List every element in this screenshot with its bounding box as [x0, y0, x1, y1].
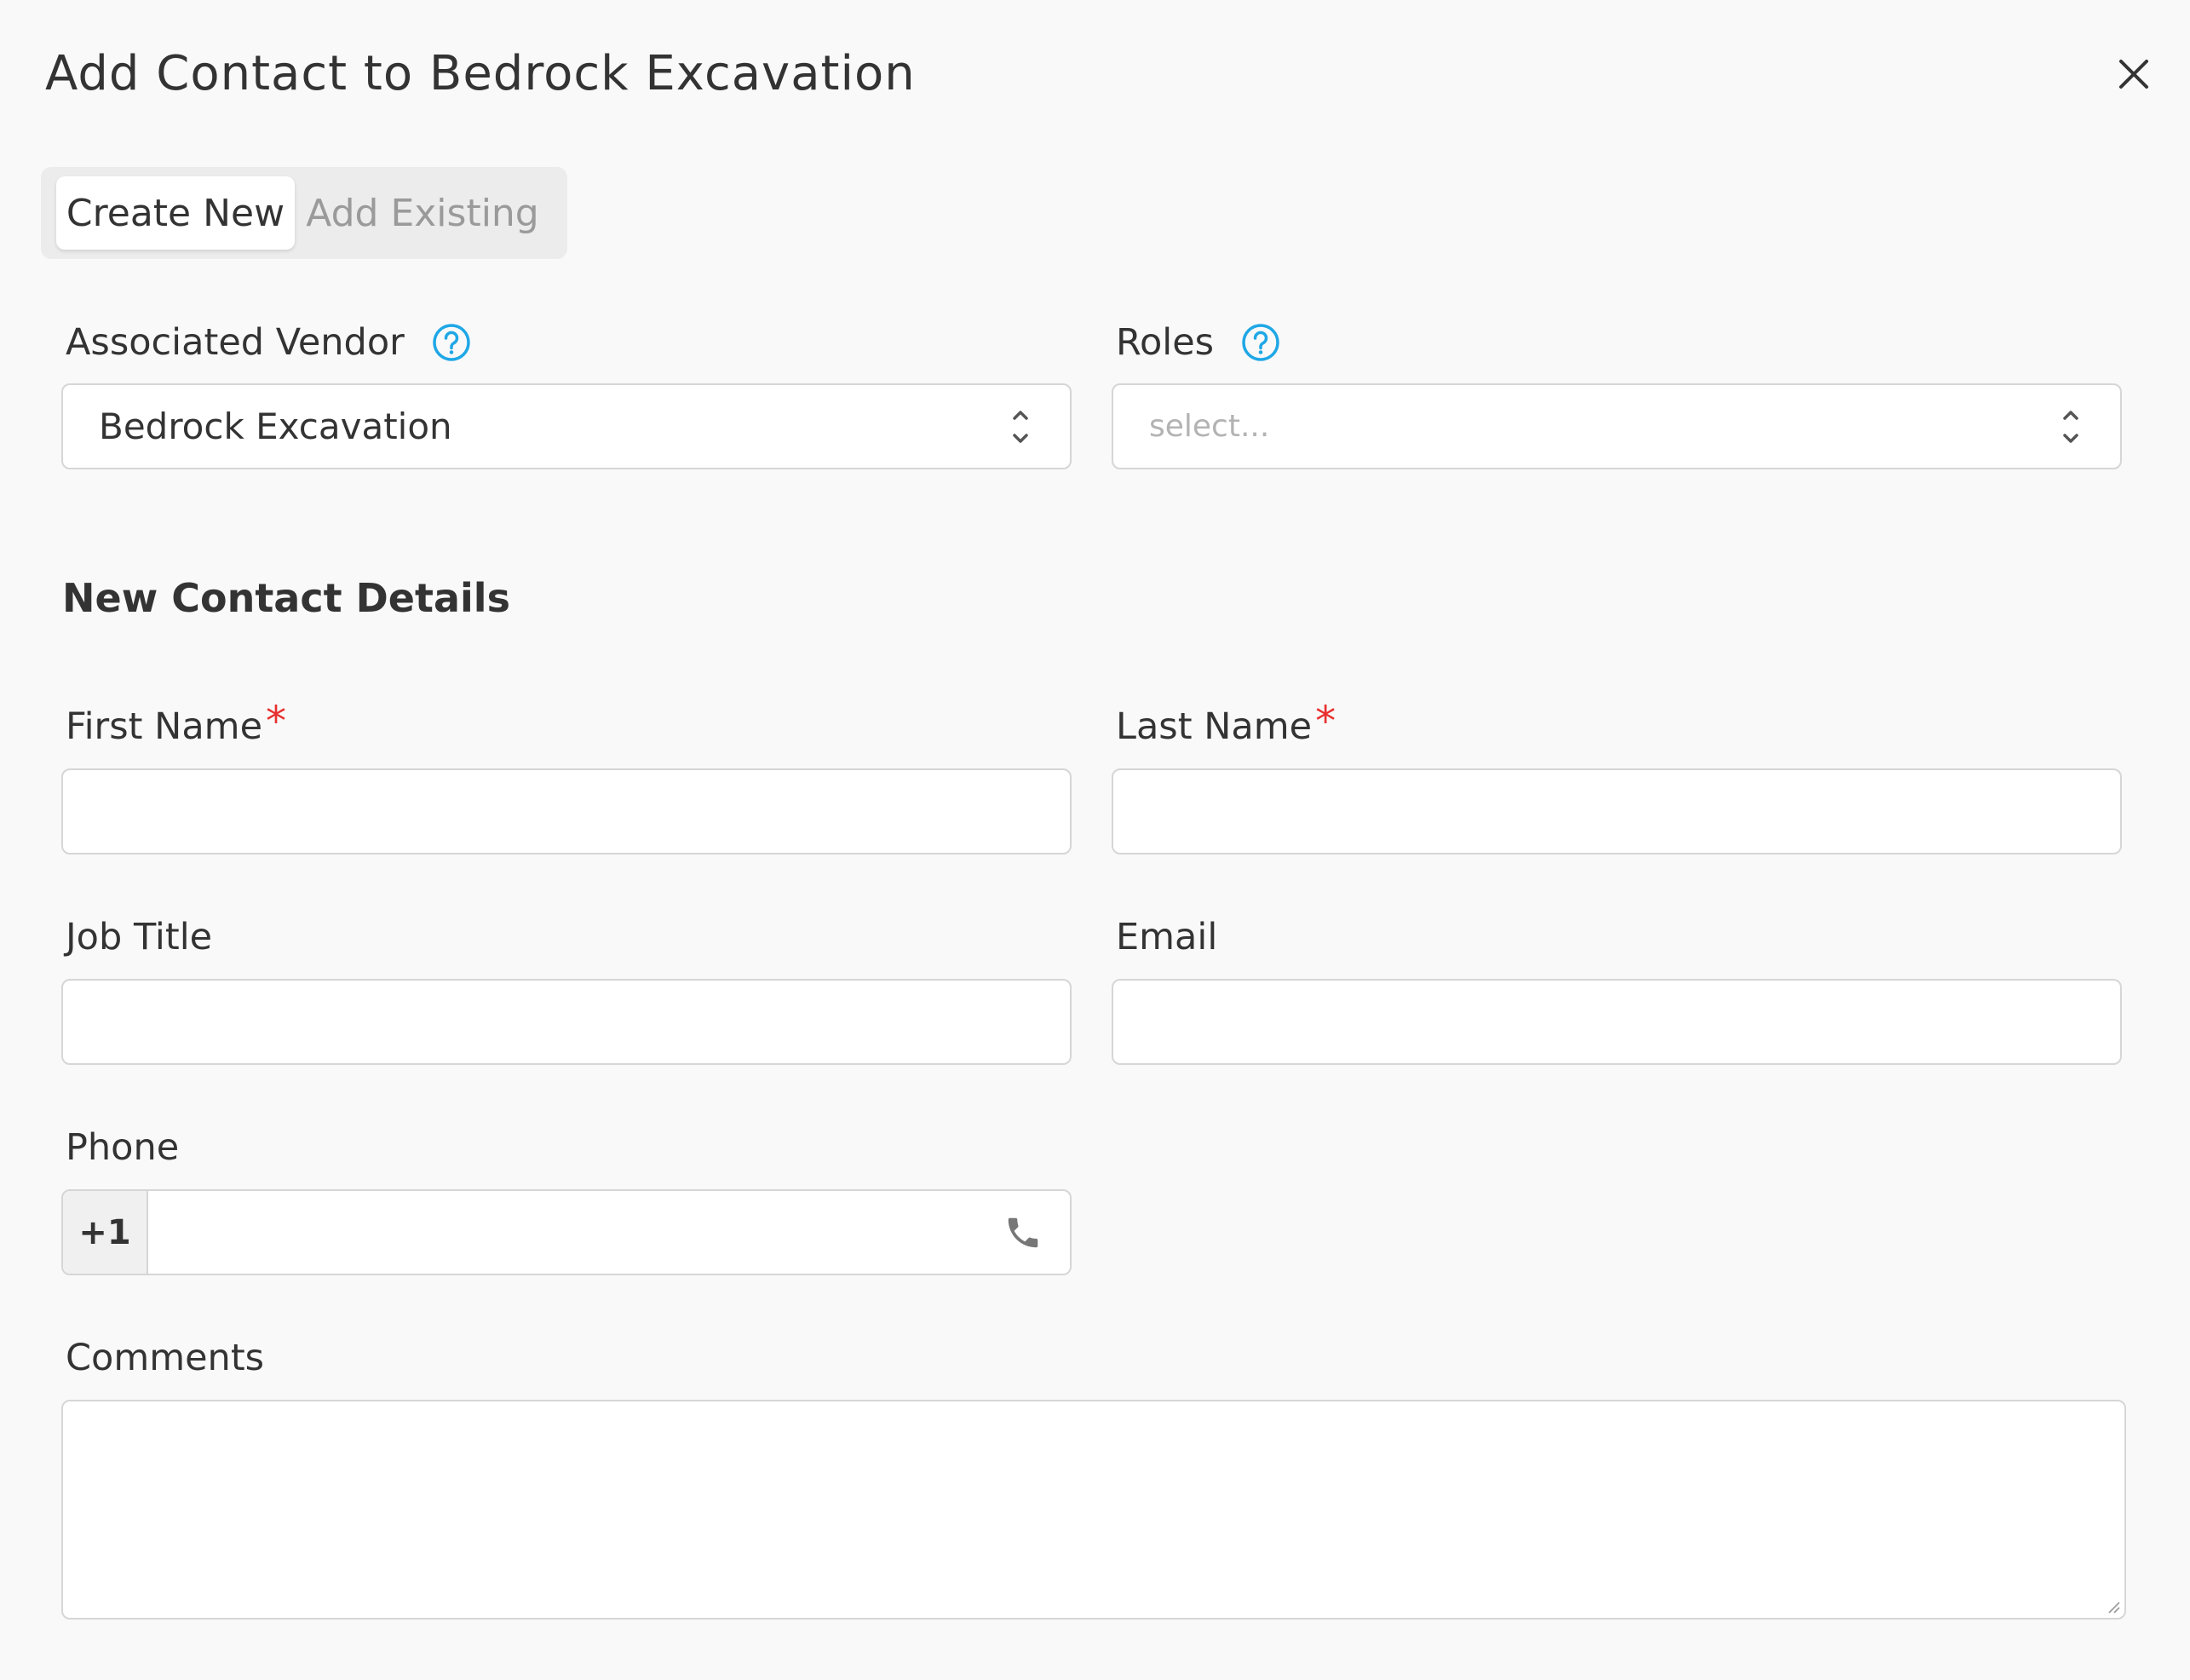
email-input[interactable] — [1113, 981, 2120, 1063]
required-marker: * — [266, 698, 287, 745]
chevron-up-down-icon — [1013, 410, 1028, 443]
close-button[interactable] — [2111, 51, 2157, 97]
roles-select[interactable]: select... — [1112, 383, 2122, 469]
required-marker: * — [1315, 698, 1336, 745]
vendor-select-value: Bedrock Excavation — [99, 406, 452, 447]
job-title-label-row: Job Title — [66, 914, 212, 960]
first-name-label: First Name — [66, 705, 263, 748]
last-name-field — [1112, 768, 2122, 854]
help-circle-icon[interactable] — [432, 323, 471, 362]
first-name-label-row: First Name * — [66, 699, 286, 750]
last-name-label: Last Name — [1116, 705, 1313, 748]
phone-field: +1 — [61, 1189, 1072, 1275]
roles-label: Roles — [1116, 321, 1215, 364]
last-name-input[interactable] — [1113, 770, 2120, 853]
job-title-label: Job Title — [66, 916, 213, 958]
roles-label-row: Roles — [1116, 319, 1280, 365]
email-label: Email — [1116, 916, 1218, 958]
phone-label-row: Phone — [66, 1125, 179, 1171]
job-title-input[interactable] — [63, 981, 1070, 1063]
comments-textarea[interactable] — [63, 1401, 2124, 1618]
resize-grip-icon[interactable] — [2104, 1597, 2121, 1614]
phone-input[interactable] — [148, 1191, 976, 1274]
vendor-label-row: Associated Vendor — [66, 319, 471, 365]
contact-mode-toggle: Create New Add Existing — [41, 167, 567, 259]
section-title: New Contact Details — [62, 575, 510, 621]
country-code: +1 — [63, 1191, 148, 1274]
job-title-field — [61, 979, 1072, 1065]
roles-select-placeholder: select... — [1149, 409, 1270, 444]
comments-label: Comments — [66, 1337, 265, 1379]
last-name-label-row: Last Name * — [1116, 699, 1336, 750]
help-circle-icon[interactable] — [1241, 323, 1280, 362]
modal-title: Add Contact to Bedrock Excavation — [45, 46, 916, 101]
chevron-up-down-icon — [2063, 410, 2078, 443]
vendor-select[interactable]: Bedrock Excavation — [61, 383, 1072, 469]
first-name-field — [61, 768, 1072, 854]
tab-create-new[interactable]: Create New — [56, 176, 295, 250]
close-icon — [2119, 60, 2148, 89]
phone-icon — [976, 1191, 1070, 1274]
vendor-label: Associated Vendor — [66, 321, 405, 364]
comments-field — [61, 1400, 2126, 1620]
tab-add-existing[interactable]: Add Existing — [295, 176, 550, 250]
first-name-input[interactable] — [63, 770, 1070, 853]
email-label-row: Email — [1116, 914, 1217, 960]
comments-label-row: Comments — [66, 1335, 264, 1381]
phone-label: Phone — [66, 1126, 180, 1169]
email-field — [1112, 979, 2122, 1065]
